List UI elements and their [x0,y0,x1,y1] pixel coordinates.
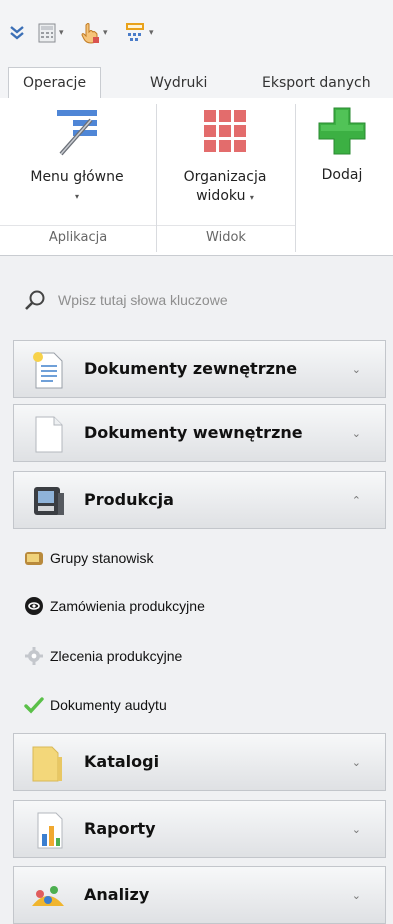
group-divider [157,225,295,226]
chevron-down-icon: ⌄ [351,889,361,902]
section-title: Analizy [84,885,150,904]
checkmark-icon [24,697,44,714]
tab-eksport-danych[interactable]: Eksport danych [262,68,371,98]
list-item-dokumenty-audytu[interactable]: Dokumenty audytu [24,692,167,718]
section-dokumenty-wewnetrzne[interactable]: Dokumenty wewnętrzne ⌄ [13,404,386,462]
section-title: Dokumenty zewnętrzne [84,359,298,378]
external-document-icon [33,352,63,389]
menu-icon [57,110,97,156]
qat-collapse-button[interactable] [8,22,26,44]
list-item-zlecenia-produkcyjne[interactable]: Zlecenia produkcyjne [24,643,182,669]
calculator-icon [38,23,56,43]
list-item-label: Dokumenty audytu [50,697,167,713]
internal-document-icon [35,416,63,453]
grid-icon [204,110,246,152]
hand-cursor-icon [81,23,99,44]
analytics-icon [32,886,64,906]
double-chevron-down-icon [10,26,24,40]
section-title: Raporty [84,819,156,838]
list-item-grupy-stanowisk[interactable]: Grupy stanowisk [24,545,153,571]
spellcheck-icon [126,23,144,41]
section-analizy[interactable]: Analizy ⌄ [13,866,386,924]
chevron-down-icon: ⌄ [351,363,361,376]
report-chart-icon [37,812,63,849]
widoku-label: widoku [196,188,246,204]
tab-wydruki[interactable]: Wydruki [150,68,207,98]
list-item-label: Zamówienia produkcyjne [50,598,205,614]
section-raporty[interactable]: Raporty ⌄ [13,800,386,858]
list-item-zamowienia-produkcyjne[interactable]: Zamówienia produkcyjne [24,593,205,619]
section-produkcja[interactable]: Produkcja ⌃ [13,471,386,529]
ribbon-tab-strip: Operacje Wydruki Eksport danych [0,62,393,99]
section-title: Produkcja [84,490,174,509]
group-separator [295,104,296,252]
ribbon: Menu główne ▾ Aplikacja Organizacja wido… [0,98,393,256]
list-item-label: Grupy stanowisk [50,550,154,566]
quick-access-toolbar: ▾ ▾ ▾ [0,0,393,62]
organizacja-label: Organizacja [183,169,267,185]
dropdown-caret-icon: ▾ [59,28,64,38]
qat-calculator-button[interactable]: ▾ [38,22,64,44]
group-divider [0,225,156,226]
gear-icon [25,647,43,665]
search-input[interactable]: Wpisz tutaj słowa kluczowe [58,292,228,308]
navigation-panel: Wpisz tutaj słowa kluczowe Dokumenty zew… [0,256,393,924]
dropdown-caret-icon: ▾ [249,193,254,202]
group-label-aplikacja: Aplikacja [48,230,108,245]
menu-glowne-button[interactable]: Menu główne ▾ [12,106,142,206]
dodaj-label: Dodaj [321,167,363,183]
widoku-label-row: widoku ▾ [163,187,287,207]
dropdown-caret-icon: ▾ [74,192,79,201]
add-icon [318,107,366,155]
chevron-down-icon: ⌄ [351,823,361,836]
dodaj-button[interactable]: Dodaj [306,106,378,185]
section-title: Dokumenty wewnętrzne [84,423,303,442]
section-dokumenty-zewnetrzne[interactable]: Dokumenty zewnętrzne ⌄ [13,340,386,398]
workstation-group-icon [25,552,43,565]
search-icon [25,290,45,310]
dropdown-caret-icon: ▾ [103,28,108,38]
chevron-up-icon: ⌃ [351,494,361,507]
tab-operacje[interactable]: Operacje [8,67,102,99]
dropdown-caret-icon: ▾ [149,28,154,38]
section-title: Katalogi [84,752,160,771]
group-label-widok: Widok [206,230,246,245]
chevron-down-icon: ⌄ [351,427,361,440]
production-order-icon [25,597,43,615]
list-item-label: Zlecenia produkcyjne [50,648,183,664]
organizacja-widoku-button[interactable]: Organizacja widoku ▾ [163,106,287,207]
chevron-down-icon: ⌄ [351,756,361,769]
menu-glowne-label: Menu główne [30,169,124,185]
section-katalogi[interactable]: Katalogi ⌄ [13,733,386,791]
production-terminal-icon [34,487,64,515]
folder-icon [32,746,62,782]
qat-hand-button[interactable]: ▾ [80,22,108,44]
search-box[interactable]: Wpisz tutaj słowa kluczowe [24,286,364,314]
qat-spellcheck-button[interactable]: ▾ [124,22,154,44]
